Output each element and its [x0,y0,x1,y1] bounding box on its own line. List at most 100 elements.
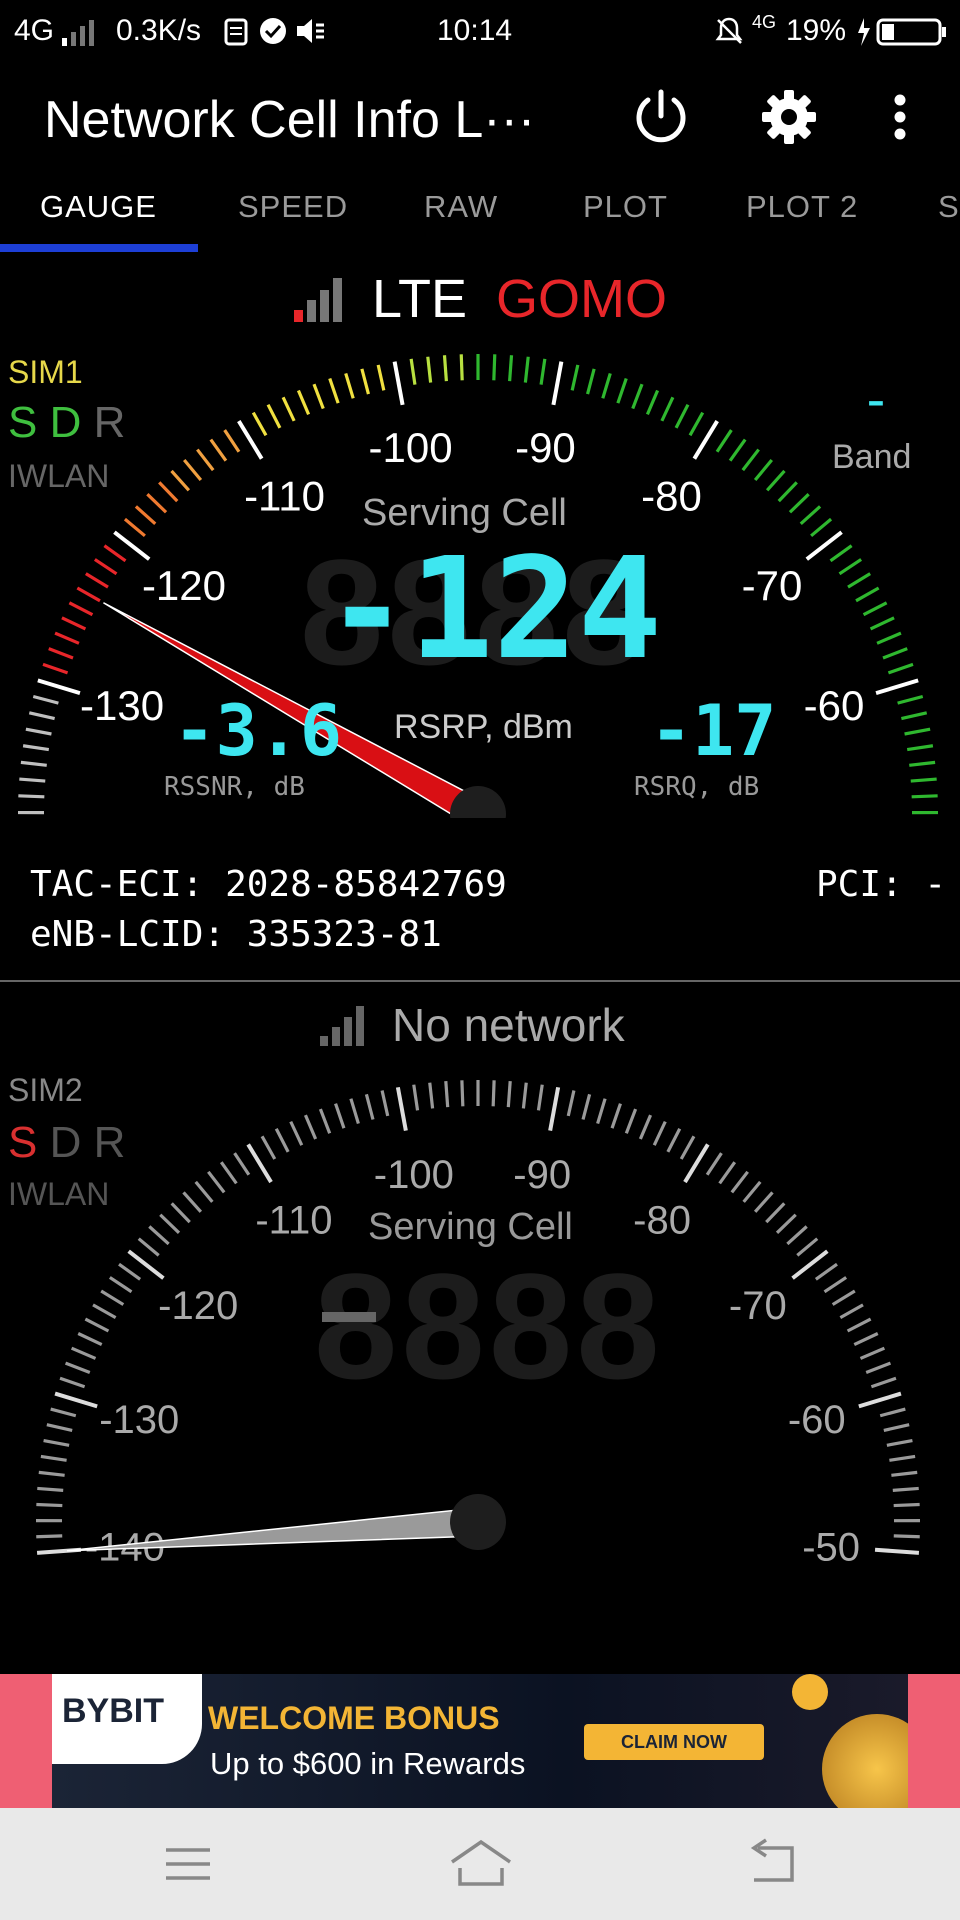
gauge-minor-tick [886,1438,913,1447]
gear-icon [762,90,816,144]
tab-gauge[interactable]: GAUGE [40,188,157,248]
gauge-minor-tick [581,1093,592,1120]
gauge-minor-tick [901,711,928,721]
network-type: 4G [14,14,55,47]
rsrp-lcd-background: 8888 [314,1242,664,1410]
gauge-minor-tick [444,1081,450,1108]
gauge-minor-tick [207,1170,226,1194]
gauge-scale-label: -60 [788,1398,846,1442]
gauge-minor-tick [859,1346,886,1360]
home-button[interactable] [448,1838,514,1890]
sim2-panel: No network SIM2 S D R IWLAN -140 -130 -120… [0,982,960,1672]
tab-more[interactable]: S [938,188,960,248]
gauge-minor-tick [601,372,612,399]
gauge-minor-tick [70,1346,97,1360]
gauge-minor-tick [170,469,191,492]
ad-banner[interactable]: BYBIT WELCOME BONUS Up to $600 in Reward… [0,1674,960,1808]
gauge-minor-tick [460,1080,465,1107]
gauge-minor-tick [786,1225,808,1246]
gauge-minor-tick [638,1114,653,1140]
gauge-minor-tick [50,1407,77,1418]
gauge-minor-tick [380,1090,390,1117]
gauge-minor-tick [876,631,902,645]
gauge-scale-label: -80 [641,472,702,519]
gauge-minor-tick [889,1454,916,1462]
gauge-minor-tick [823,1276,848,1294]
gauge-minor-tick [28,711,55,721]
gauge-minor-tick [688,411,705,437]
rsrp-value: -124 [324,528,662,691]
back-button[interactable] [744,1838,800,1890]
tab-raw[interactable]: RAW [424,188,498,248]
tac-eci: TAC-ECI: 2028-85842769 [30,864,507,905]
menu-button[interactable] [160,1840,216,1888]
gauge-minor-tick [274,1127,290,1153]
gauge-scale-label: -50 [802,1526,860,1570]
gauge-minor-tick [344,372,355,399]
app-bar: Network Cell Info L··· [0,64,960,188]
gauge-minor-tick [870,1376,897,1389]
gauge-minor-tick [705,1152,723,1176]
gauge-minor-tick [59,1376,86,1389]
gauge-scale-label: -90 [513,1153,571,1197]
rsrp-lcd-dash [322,1312,376,1322]
gauge-minor-tick [775,1213,797,1234]
gauge-major-tick [875,678,919,696]
gauge-minor-tick [679,1135,696,1160]
gauge-minor-tick [814,1262,838,1281]
gauge-minor-tick [182,1191,203,1213]
gauge-minor-tick [349,1098,360,1125]
gauge-minor-tick [18,794,45,799]
gauge-major-tick [551,361,564,406]
tab-plot[interactable]: PLOT [583,188,668,248]
gauge-scale-label: -120 [158,1284,238,1328]
gauge-major-tick [548,1086,561,1131]
tab-plot-2[interactable]: PLOT 2 [746,188,858,248]
clock: 10:14 [437,14,513,47]
gauge-minor-tick [839,1303,864,1320]
gauge-minor-tick [428,1082,435,1109]
gauge-minor-tick [251,411,268,437]
gauge-minor-tick [652,1120,667,1146]
gauge-scale-label: -120 [142,562,226,609]
gauge-minor-tick [883,1423,910,1433]
gauge-minor-tick [753,1191,774,1213]
gauge-minor-tick [879,1407,906,1418]
gauge-minor-tick [123,517,146,538]
signal-bars-icon [60,20,100,54]
gauge-minor-tick [831,1289,856,1306]
gauge-minor-tick [19,777,46,783]
gauge-minor-tick [459,354,464,381]
gauge-minor-tick [442,355,448,382]
gauge-minor-tick [266,403,282,429]
gauge-minor-tick [616,378,628,404]
gauge-minor-tick [223,429,241,453]
gauge-minor-tick [134,505,157,526]
tab-speed[interactable]: SPEED [238,188,348,248]
gauge-scale-label: -80 [633,1199,691,1243]
overflow-menu-button[interactable] [880,86,920,148]
status-bar: 4G 0.3K/s 10:14 4G 19% [0,0,960,64]
ad-content: BYBIT WELCOME BONUS Up to $600 in Reward… [52,1674,908,1808]
gauge-minor-tick [93,558,118,576]
gauge-minor-tick [36,1534,63,1539]
gauge-minor-tick [233,1152,251,1176]
gauge-minor-tick [846,1317,872,1333]
settings-button[interactable] [758,86,820,148]
gauge-scale-label: -60 [804,682,865,729]
gauge-scale-label: -70 [729,1284,787,1328]
gauge-minor-tick [68,601,94,617]
gauge-minor-tick [753,458,773,482]
gauge-minor-tick [810,517,833,538]
gauge-minor-tick [910,777,937,783]
gauge-minor-tick [765,1202,786,1224]
gauge-minor-tick [92,1303,117,1320]
app-title: Network Cell Info L··· [44,91,536,149]
gauge-minor-tick [911,794,938,799]
power-button[interactable] [630,86,692,148]
gauge-minor-tick [765,469,786,492]
gauge-minor-tick [43,1438,70,1447]
battery-percent: 19% [786,14,847,47]
claim-now-button[interactable]: CLAIM NOW [584,1724,764,1760]
gauge-minor-tick [674,403,690,429]
